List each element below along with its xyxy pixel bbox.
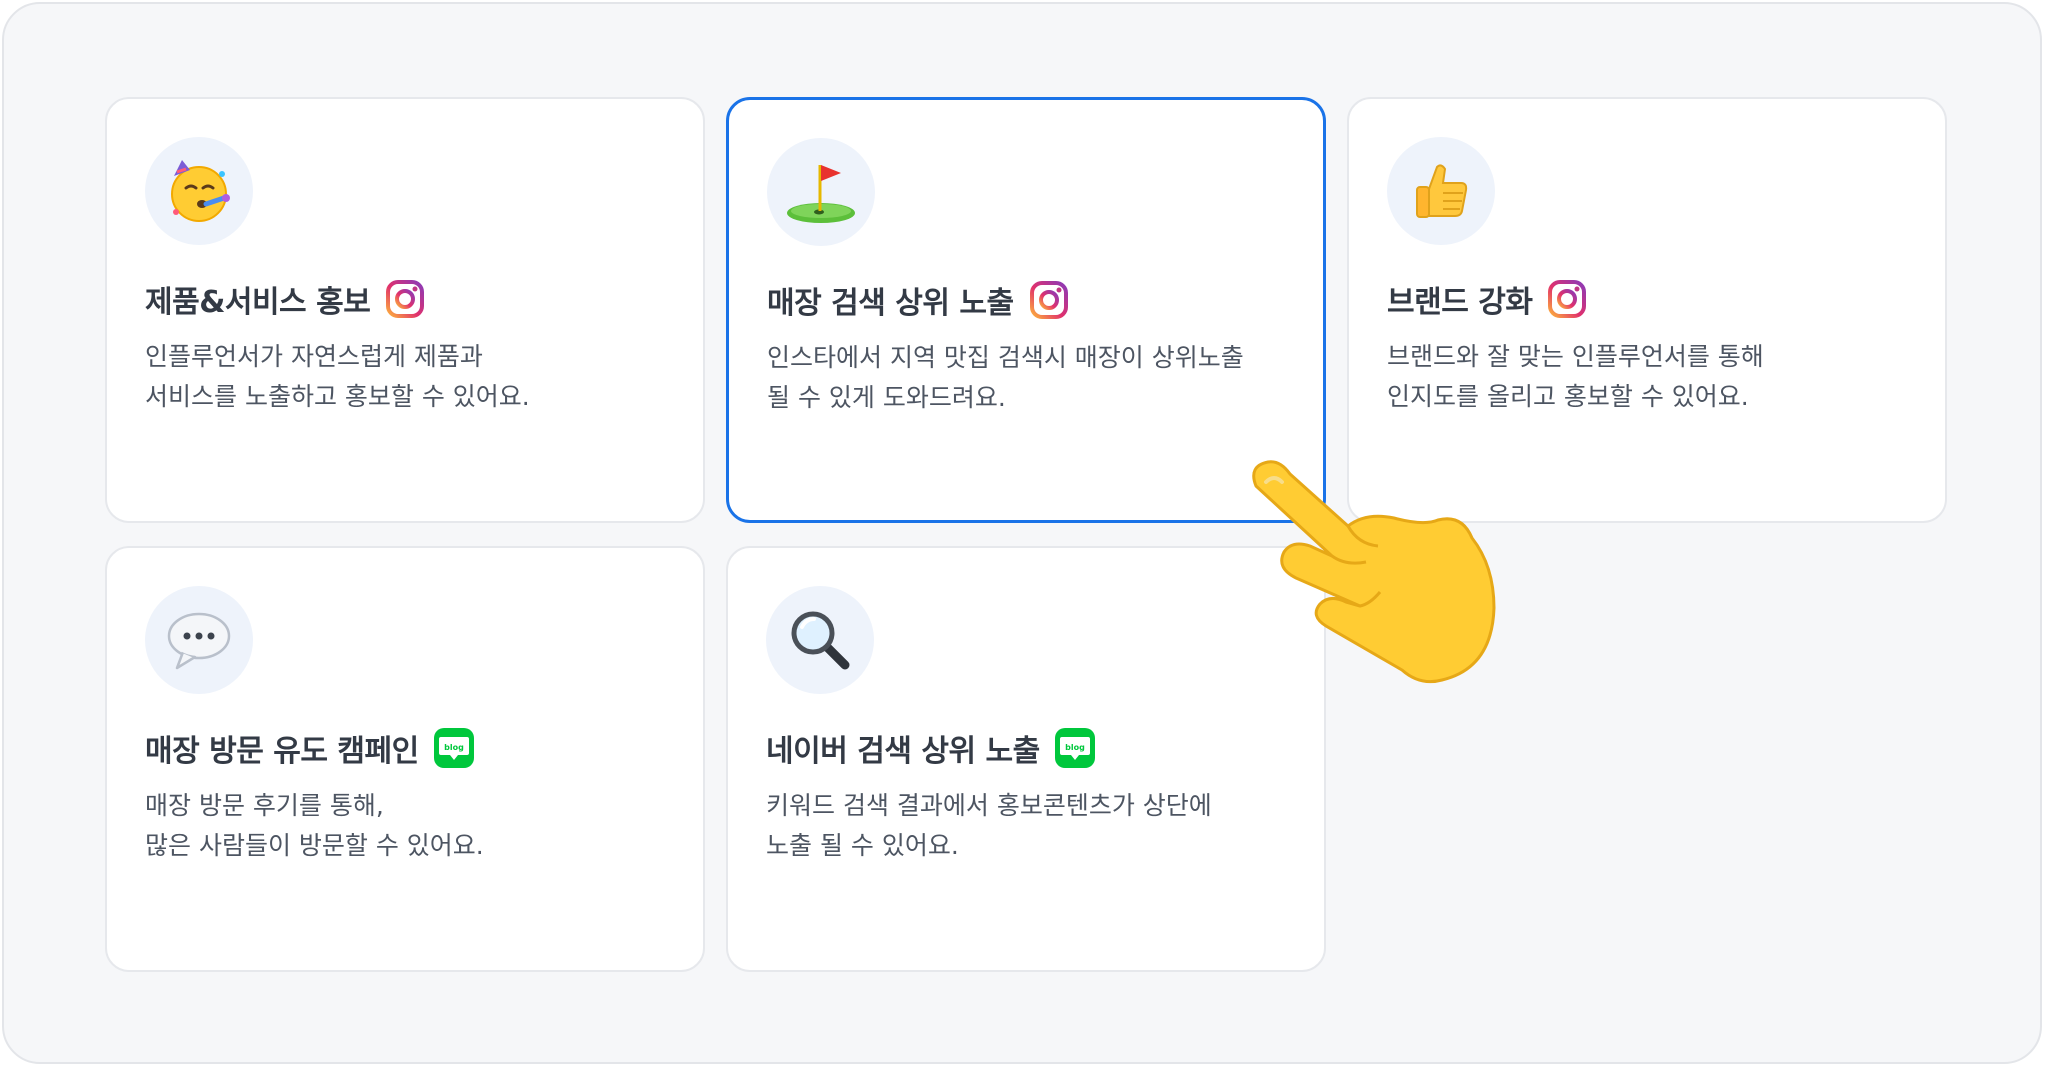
pointing-hand-icon [1252,460,1496,684]
card-description: 인플루언서가 자연스럽게 제품과 서비스를 노출하고 홍보할 수 있어요. [145,337,685,417]
card-title: 네이버 검색 상위 노출 [766,734,1040,769]
instagram-icon [1029,281,1068,319]
partying-face-icon [171,160,230,222]
instagram-icon [1548,280,1587,318]
blog-badge-text: blog [1065,743,1085,752]
card-store-visit-campaign[interactable]: 매장 방문 유도 캠페인 blog 매장 방문 후기를 통해, 많은 사람들이 … [105,546,705,972]
desc-line: 많은 사람들이 방문할 수 있어요. [145,831,484,860]
desc-line: 인스타에서 지역 맛집 검색시 매장이 상위노출 [767,343,1244,372]
card-title-row: 네이버 검색 상위 노출 blog [766,725,1096,771]
card-description: 인스타에서 지역 맛집 검색시 매장이 상위노출 될 수 있게 도와드려요. [767,338,1307,418]
desc-line: 키워드 검색 결과에서 홍보콘텐츠가 상단에 [766,791,1212,820]
card-title: 브랜드 강화 [1387,285,1533,320]
golf-flag-icon [787,165,855,223]
desc-line: 될 수 있게 도와드려요. [767,383,1006,412]
icon-circle [145,137,253,245]
icon-circle [1387,137,1495,245]
naver-blog-icon: blog [433,728,474,768]
card-title-row: 브랜드 강화 [1387,276,1588,322]
thumbs-up-icon [1416,164,1468,218]
instagram-icon [386,280,425,318]
card-description: 브랜드와 잘 맞는 인플루언서를 통해 인지도를 올리고 홍보할 수 있어요. [1387,337,1927,417]
card-product-service-promo[interactable]: 제품&서비스 홍보 인플루언서가 자연스럽게 제품과 서비스를 노출하고 홍보할… [105,97,705,523]
card-description: 매장 방문 후기를 통해, 많은 사람들이 방문할 수 있어요. [145,786,685,866]
blog-badge-text: blog [444,743,464,752]
card-title-row: 매장 방문 유도 캠페인 blog [145,725,475,771]
magnifier-icon [791,611,850,670]
card-title-row: 매장 검색 상위 노출 [767,277,1070,323]
icon-circle [766,586,874,694]
desc-line: 브랜드와 잘 맞는 인플루언서를 통해 [1387,342,1764,371]
desc-line: 인플루언서가 자연스럽게 제품과 [145,342,483,371]
desc-line: 노출 될 수 있어요. [766,831,959,860]
speech-bubble-icon [167,612,231,670]
icon-circle [145,586,253,694]
card-title-row: 제품&서비스 홍보 [145,276,426,322]
desc-line: 인지도를 올리고 홍보할 수 있어요. [1387,382,1749,411]
desc-line: 매장 방문 후기를 통해, [145,791,384,820]
card-title: 매장 검색 상위 노출 [767,286,1014,321]
icon-circle [767,138,875,246]
naver-blog-icon: blog [1054,728,1095,768]
card-title: 제품&서비스 홍보 [145,285,371,320]
card-description: 키워드 검색 결과에서 홍보콘텐츠가 상단에 노출 될 수 있어요. [766,786,1306,866]
page-frame: 제품&서비스 홍보 인플루언서가 자연스럽게 제품과 서비스를 노출하고 홍보할… [2,2,2042,1064]
card-title: 매장 방문 유도 캠페인 [145,734,419,769]
desc-line: 서비스를 노출하고 홍보할 수 있어요. [145,382,530,411]
